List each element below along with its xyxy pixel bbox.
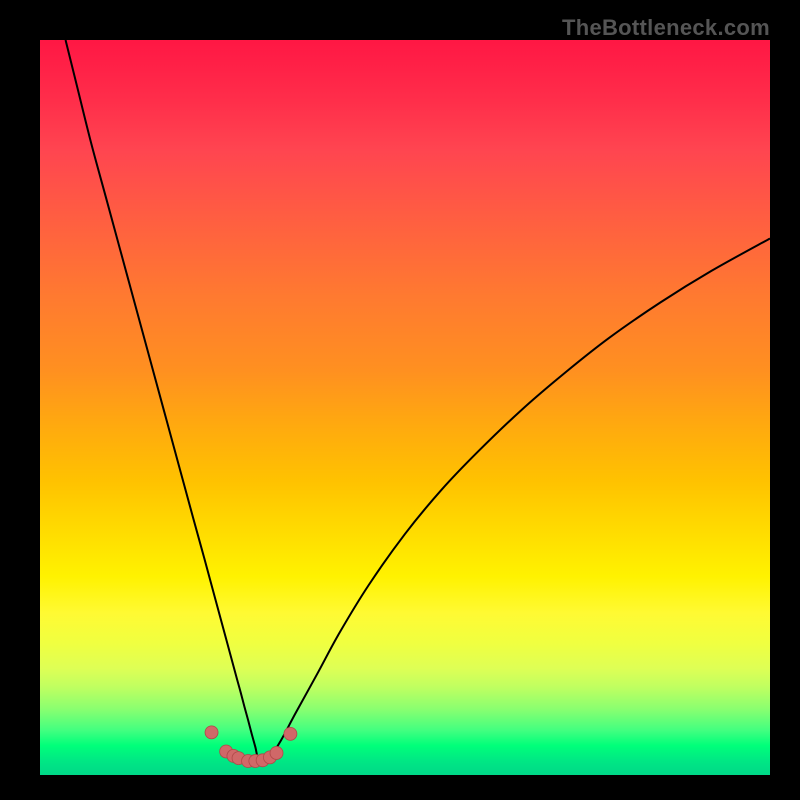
chart-frame: TheBottleneck.com [0,0,800,800]
dots-layer [40,40,770,775]
fit-dot [284,727,297,740]
fit-dots-group [205,726,297,768]
fit-dot [270,746,283,759]
fit-dot [205,726,218,739]
watermark-text: TheBottleneck.com [562,15,770,41]
